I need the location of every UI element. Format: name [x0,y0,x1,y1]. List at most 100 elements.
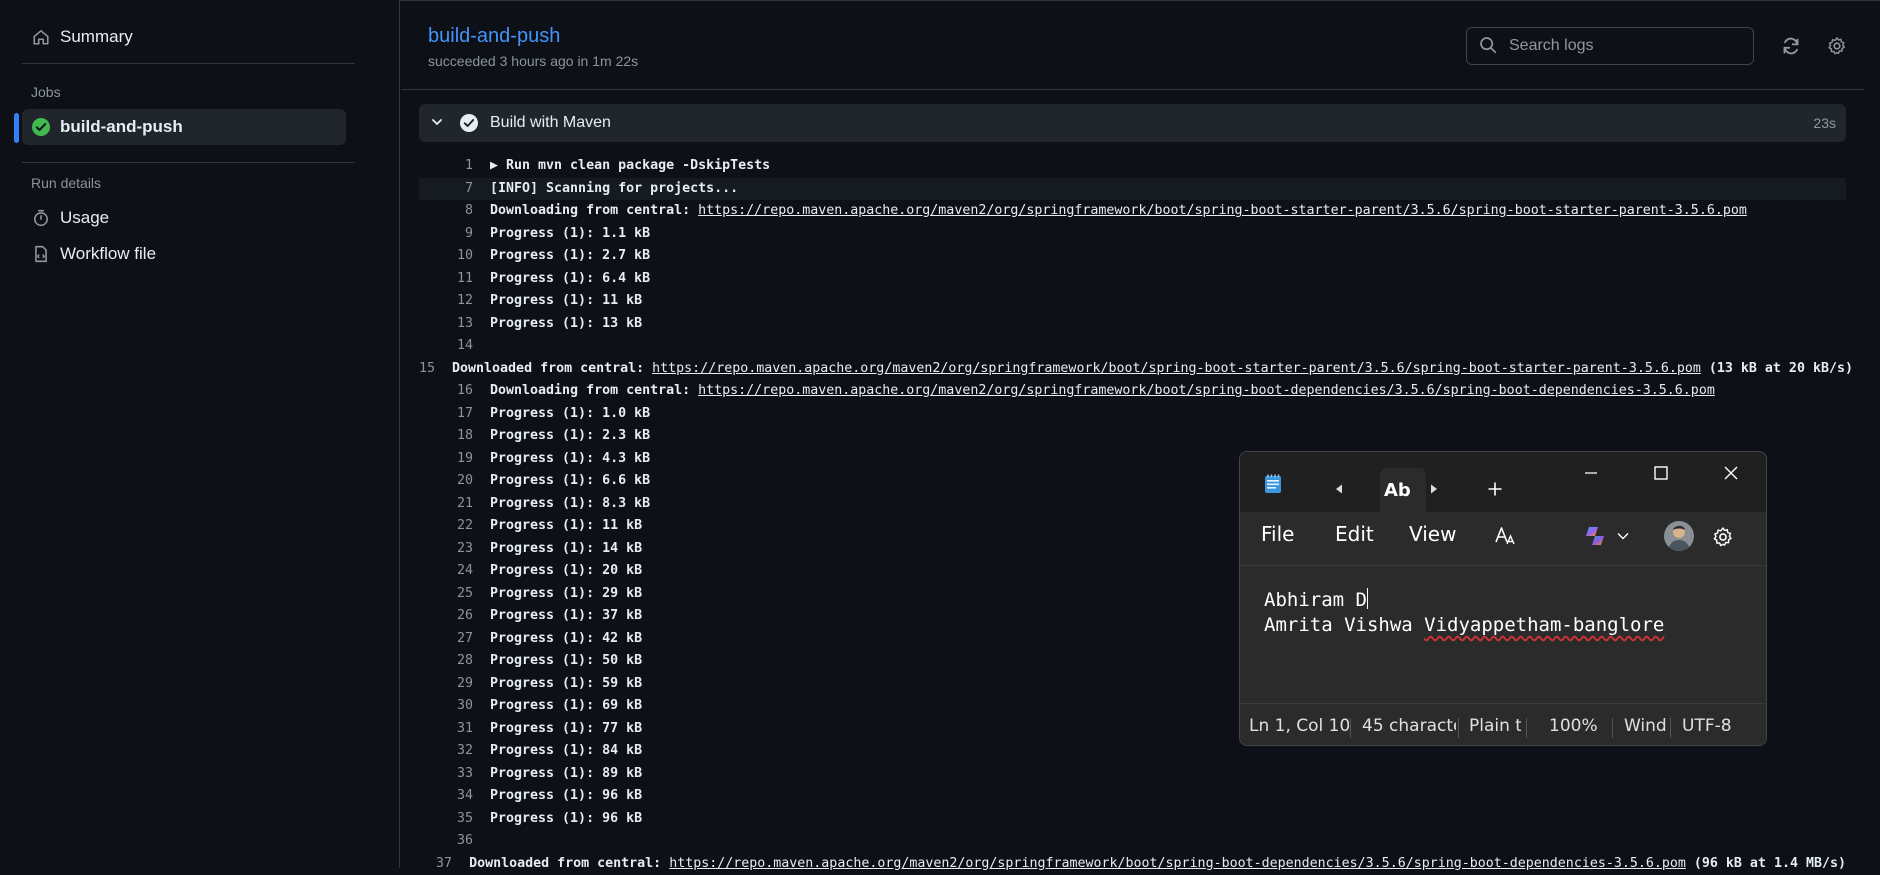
maximize-icon[interactable] [1652,464,1670,482]
log-prefix: Downloaded from central: [469,856,669,871]
line-number[interactable]: 30 [419,695,490,718]
log-line: 10Progress (1): 2.7 kB [419,245,1846,268]
gear-icon[interactable] [1711,525,1735,549]
notepad-editor[interactable]: Abhiram D Amrita Vishwa Vidyappetham-ban… [1264,588,1664,638]
log-text: [INFO] Scanning for projects... [490,178,738,201]
log-line: 35Progress (1): 96 kB [419,808,1846,831]
line-number[interactable]: 13 [419,313,490,336]
sidebar-item-summary[interactable]: Summary [22,19,346,55]
status-line-ending[interactable]: Wind [1624,716,1668,736]
line-number[interactable]: 7 [419,178,490,201]
line-number[interactable]: 27 [419,628,490,651]
tab-scroll-left-icon[interactable] [1332,482,1346,496]
log-text: Progress (1): 8.3 kB [490,493,650,516]
line-number[interactable]: 29 [419,673,490,696]
log-text: Progress (1): 1.0 kB [490,403,650,426]
line-number[interactable]: 23 [419,538,490,561]
log-link[interactable]: https://repo.maven.apache.org/maven2/org… [698,383,1715,398]
line-number[interactable]: 19 [419,448,490,471]
log-text: Progress (1): 2.7 kB [490,245,650,268]
line-number[interactable]: 31 [419,718,490,741]
line-number[interactable]: 25 [419,583,490,606]
line-number[interactable]: 12 [419,290,490,313]
line-number[interactable]: 16 [419,380,490,403]
jobs-heading: Jobs [31,84,61,100]
line-number[interactable]: 22 [419,515,490,538]
status-encoding[interactable]: UTF-8 [1682,716,1744,736]
close-icon[interactable] [1722,464,1740,482]
menu-view[interactable]: View [1409,522,1456,546]
line-number[interactable]: 17 [419,403,490,426]
sidebar-item-workflow-file[interactable]: Workflow file [22,236,346,272]
text-line: Amrita Vishwa [1264,614,1424,636]
settings-button[interactable] [1824,33,1850,59]
log-text: Downloaded from central: https://repo.ma… [469,853,1846,875]
sidebar-item-build-and-push[interactable]: build-and-push [22,109,346,145]
log-line: 34Progress (1): 96 kB [419,785,1846,808]
log-text: Progress (1): 11 kB [490,515,642,538]
check-circle-icon [30,116,52,138]
font-format-icon[interactable] [1492,523,1518,549]
new-tab-icon[interactable] [1486,480,1504,498]
log-line: 9Progress (1): 1.1 kB [419,223,1846,246]
line-number[interactable]: 14 [419,335,490,358]
log-line: 16Downloading from central: https://repo… [419,380,1846,403]
log-text: Progress (1): 6.4 kB [490,268,650,291]
line-number[interactable]: 11 [419,268,490,291]
line-number[interactable]: 8 [419,200,490,223]
line-number[interactable]: 10 [419,245,490,268]
divider [22,162,355,163]
log-text: Downloading from central: https://repo.m… [490,380,1715,403]
line-number[interactable]: 37 [419,853,469,875]
sidebar-item-usage[interactable]: Usage [22,200,346,236]
copilot-icon[interactable] [1581,523,1609,549]
tab-scroll-right-icon[interactable] [1427,482,1441,496]
notepad-tab[interactable]: Ab [1380,468,1426,512]
line-number[interactable]: 34 [419,785,490,808]
step-name: Build with Maven [490,114,611,132]
line-number[interactable]: 28 [419,650,490,673]
line-number[interactable]: 1 [419,155,490,178]
menu-file[interactable]: File [1261,522,1294,546]
log-line: 17Progress (1): 1.0 kB [419,403,1846,426]
step-duration: 23s [1813,115,1836,131]
text-caret [1367,588,1368,609]
line-number[interactable]: 24 [419,560,490,583]
menu-edit[interactable]: Edit [1335,522,1374,546]
avatar[interactable] [1664,521,1694,551]
chevron-down-icon[interactable] [1615,528,1631,544]
line-number[interactable]: 9 [419,223,490,246]
refresh-button[interactable] [1778,33,1804,59]
step-build-with-maven[interactable]: Build with Maven 23s [419,104,1846,142]
line-number[interactable]: 35 [419,808,490,831]
misspelled-word[interactable]: Vidyappetham-banglore [1424,614,1664,636]
status-format[interactable]: Plain t [1469,716,1521,736]
log-text: Progress (1): 29 kB [490,583,642,606]
line-number[interactable]: 33 [419,763,490,786]
line-number[interactable]: 21 [419,493,490,516]
status-position: Ln 1, Col 10 [1249,716,1349,736]
search-input[interactable] [1507,36,1741,56]
line-number[interactable]: 15 [419,358,452,381]
line-number[interactable]: 32 [419,740,490,763]
page-title[interactable]: build-and-push [428,25,560,48]
sidebar: Summary Jobs build-and-push Run details … [0,0,400,868]
log-link[interactable]: https://repo.maven.apache.org/maven2/org… [652,361,1701,376]
line-number[interactable]: 18 [419,425,490,448]
line-number[interactable]: 20 [419,470,490,493]
log-line: 11Progress (1): 6.4 kB [419,268,1846,291]
chevron-down-icon[interactable] [429,114,447,132]
line-number[interactable]: 26 [419,605,490,628]
sidebar-item-label: Usage [60,208,109,228]
status-zoom[interactable]: 100% [1549,716,1599,736]
log-text: Progress (1): 1.1 kB [490,223,650,246]
log-text: Progress (1): 14 kB [490,538,642,561]
search-box[interactable] [1466,27,1754,65]
log-link[interactable]: https://repo.maven.apache.org/maven2/org… [669,856,1686,871]
line-number[interactable]: 36 [419,830,490,853]
minimize-icon[interactable] [1582,464,1600,482]
log-link[interactable]: https://repo.maven.apache.org/maven2/org… [698,203,1747,218]
log-text: Progress (1): 59 kB [490,673,642,696]
log-text: Progress (1): 2.3 kB [490,425,650,448]
search-icon [1479,36,1499,56]
